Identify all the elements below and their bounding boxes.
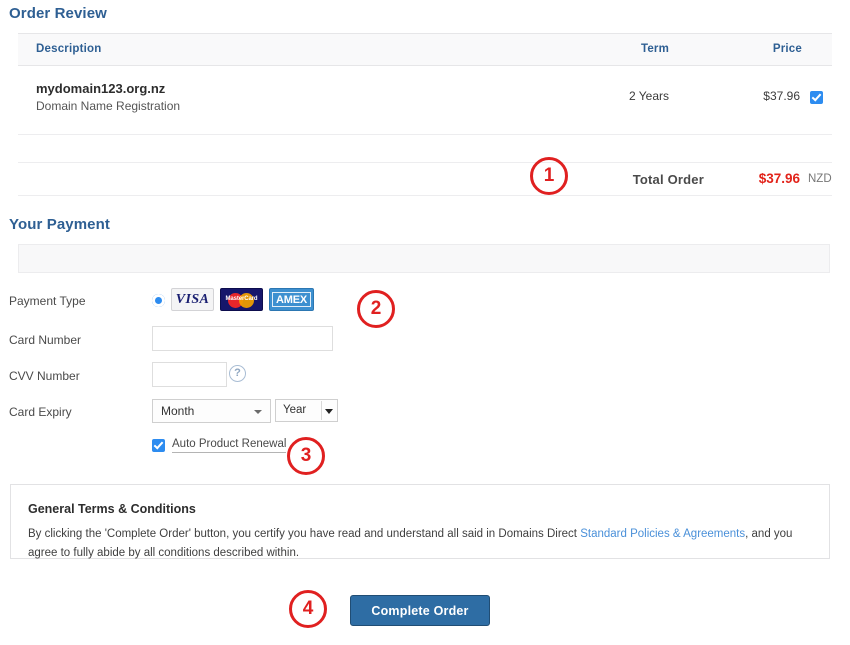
cvv-number-input[interactable]: [152, 362, 227, 387]
page-title-order-review: Order Review: [9, 5, 107, 22]
item-select-checkbox[interactable]: [810, 89, 823, 107]
card-expiry-month-value: Month: [161, 404, 195, 418]
complete-order-button[interactable]: Complete Order: [350, 595, 490, 626]
total-order-row: Total Order $37.96 NZD: [18, 163, 832, 196]
mastercard-logo-text: MasterCard: [225, 296, 258, 302]
page-title-your-payment: Your Payment: [9, 216, 110, 233]
column-header-price: Price: [772, 43, 802, 55]
item-domain-name: mydomain123.org.nz: [36, 81, 166, 96]
column-header-description: Description: [36, 43, 102, 55]
table-spacer-row: [18, 135, 832, 163]
standard-policies-link[interactable]: Standard Policies & Agreements: [580, 528, 745, 540]
annotation-marker-1: 1: [530, 157, 568, 195]
annotation-marker-3: 3: [287, 437, 325, 475]
auto-renewal-checkbox[interactable]: [152, 439, 165, 452]
terms-text-before-link: By clicking the 'Complete Order' button,…: [28, 528, 581, 540]
card-expiry-year-select[interactable]: Year: [275, 399, 338, 422]
visa-logo-text: VISA: [175, 292, 210, 307]
table-row: mydomain123.org.nz Domain Name Registrat…: [18, 66, 832, 135]
total-order-amount: $37.96: [758, 171, 800, 186]
payment-type-radio-visa[interactable]: [152, 294, 165, 307]
card-number-input[interactable]: [152, 326, 333, 351]
table-header-row: Description Term Price: [18, 33, 832, 66]
amex-card-icon[interactable]: AMEX: [269, 288, 314, 311]
general-terms-box: General Terms & Conditions By clicking t…: [10, 484, 830, 559]
column-header-term: Term: [640, 43, 670, 55]
terms-body: By clicking the 'Complete Order' button,…: [28, 525, 818, 563]
auto-renewal-label: Auto Product Renewal: [172, 438, 287, 453]
item-description-cell: mydomain123.org.nz Domain Name Registrat…: [36, 80, 180, 115]
auto-product-renewal-row[interactable]: Auto Product Renewal: [152, 438, 287, 453]
chevron-down-icon: [254, 410, 262, 414]
order-review-table: Description Term Price mydomain123.org.n…: [18, 33, 832, 196]
chevron-down-icon: [325, 409, 333, 414]
total-order-label: Total Order: [632, 172, 704, 187]
card-expiry-year-value: Year: [283, 404, 307, 416]
card-number-label: Card Number: [9, 333, 82, 347]
total-order-currency: NZD: [808, 173, 832, 185]
item-product-type: Domain Name Registration: [36, 99, 181, 113]
visa-card-icon[interactable]: VISA: [171, 288, 214, 311]
annotation-marker-2: 2: [357, 290, 395, 328]
help-question-icon[interactable]: ?: [229, 365, 246, 382]
amex-logo-text: AMEX: [276, 293, 307, 306]
payment-type-label: Payment Type: [9, 294, 86, 308]
card-expiry-label: Card Expiry: [9, 405, 72, 419]
payment-section-bar: [18, 244, 830, 273]
year-dropdown-button[interactable]: [321, 401, 336, 420]
item-price-cell: $37.96: [763, 89, 800, 103]
cvv-number-label: CVV Number: [9, 369, 80, 383]
item-term-cell: 2 Years: [628, 89, 670, 103]
mastercard-card-icon[interactable]: MasterCard: [220, 288, 263, 311]
annotation-marker-4: 4: [289, 590, 327, 628]
terms-title: General Terms & Conditions: [28, 502, 196, 516]
checkbox-checked-icon: [810, 91, 823, 105]
card-expiry-month-select[interactable]: Month: [152, 399, 271, 423]
